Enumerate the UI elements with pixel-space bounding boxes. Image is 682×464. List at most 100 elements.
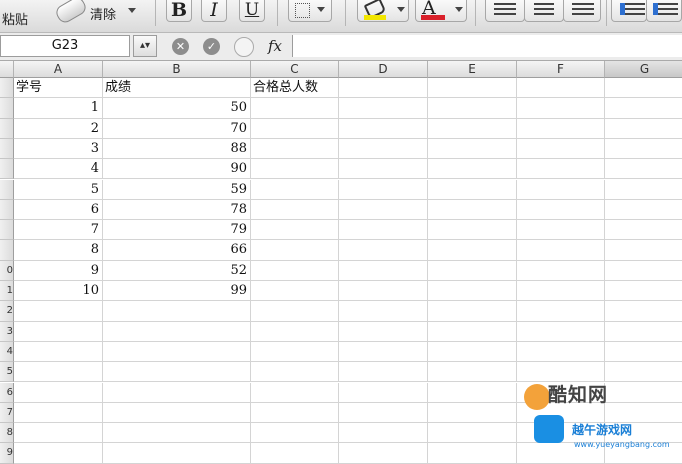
cell-a2[interactable]: 1	[14, 98, 103, 119]
cell-e9[interactable]	[428, 240, 517, 261]
accept-icon[interactable]: ✓	[203, 38, 220, 55]
italic-button[interactable]: I	[201, 0, 227, 22]
cell-d1[interactable]	[339, 78, 428, 99]
font-color-button[interactable]: A	[415, 0, 467, 22]
cell-e18[interactable]	[428, 423, 517, 444]
cell-g4[interactable]	[605, 139, 682, 160]
cell-f12[interactable]	[517, 301, 605, 322]
bold-button[interactable]: B	[166, 0, 192, 22]
row-header[interactable]	[0, 199, 14, 221]
cell-g13[interactable]	[605, 322, 682, 342]
row-header[interactable]: 4	[0, 341, 14, 363]
align-center-button[interactable]	[524, 0, 564, 22]
cell-g11[interactable]	[605, 281, 682, 302]
cell-a5[interactable]: 4	[14, 159, 103, 180]
cell-a3[interactable]: 2	[14, 118, 103, 139]
cell-d15[interactable]	[339, 362, 428, 383]
cell-d9[interactable]	[339, 240, 428, 261]
cell-b1[interactable]: 成绩	[103, 78, 251, 99]
cell-d10[interactable]	[339, 260, 428, 281]
cell-f3[interactable]	[517, 118, 605, 139]
cell-g6[interactable]	[605, 180, 682, 200]
column-header-g[interactable]: G	[605, 61, 682, 78]
cell-d13[interactable]	[339, 321, 428, 342]
cell-f14[interactable]	[517, 341, 605, 363]
name-box-stepper-icon[interactable]: ▴▾	[133, 35, 157, 57]
cell-a18[interactable]	[14, 423, 103, 444]
cell-b8[interactable]: 79	[103, 220, 251, 241]
cell-f10[interactable]	[517, 260, 605, 281]
row-header[interactable]: 9	[0, 443, 14, 464]
cell-c15[interactable]	[251, 362, 339, 383]
cell-e3[interactable]	[428, 118, 517, 139]
fx-button[interactable]: fx	[268, 37, 282, 55]
cell-b16[interactable]	[103, 382, 251, 403]
row-header[interactable]: 7	[0, 402, 14, 424]
cell-b18[interactable]	[103, 423, 251, 444]
cell-b15[interactable]	[103, 362, 251, 383]
cell-d17[interactable]	[339, 402, 428, 424]
cell-b9[interactable]: 66	[103, 240, 251, 261]
cell-f7[interactable]	[517, 199, 605, 221]
align-left-button[interactable]	[485, 0, 525, 22]
paste-button[interactable]: 粘贴	[2, 9, 28, 28]
cell-c18[interactable]	[251, 423, 339, 444]
cell-a16[interactable]	[14, 382, 103, 403]
cell-f5[interactable]	[517, 159, 605, 180]
cell-a14[interactable]	[14, 341, 103, 363]
row-header[interactable]: 5	[0, 362, 14, 383]
cell-c10[interactable]	[251, 260, 339, 281]
cell-c13[interactable]	[251, 321, 339, 342]
cell-e17[interactable]	[428, 402, 517, 424]
cell-f13[interactable]	[517, 321, 605, 342]
cell-g2[interactable]	[605, 98, 682, 119]
cell-e8[interactable]	[428, 220, 517, 241]
cell-a11[interactable]: 10	[14, 281, 103, 302]
cell-g16[interactable]	[605, 383, 682, 403]
column-header-b[interactable]: B	[103, 61, 251, 78]
row-header[interactable]	[0, 240, 14, 261]
cell-c12[interactable]	[251, 301, 339, 322]
cell-e10[interactable]	[428, 260, 517, 281]
cell-b14[interactable]	[103, 341, 251, 363]
cell-a12[interactable]	[14, 301, 103, 322]
cell-d5[interactable]	[339, 159, 428, 180]
cell-g9[interactable]	[605, 240, 682, 261]
cell-d2[interactable]	[339, 98, 428, 119]
cell-g14[interactable]	[605, 342, 682, 363]
column-header-c[interactable]: C	[251, 61, 339, 78]
row-header[interactable]	[0, 98, 14, 119]
cell-d8[interactable]	[339, 220, 428, 241]
cell-e5[interactable]	[428, 159, 517, 180]
cell-b13[interactable]	[103, 321, 251, 342]
cell-c4[interactable]	[251, 138, 339, 160]
borders-button[interactable]	[288, 0, 332, 22]
row-header[interactable]	[0, 138, 14, 160]
cell-d14[interactable]	[339, 341, 428, 363]
chevron-down-icon[interactable]	[128, 8, 136, 13]
row-header[interactable]	[0, 179, 14, 200]
cell-g7[interactable]	[605, 200, 682, 221]
cell-g8[interactable]	[605, 220, 682, 241]
cell-b7[interactable]: 78	[103, 199, 251, 221]
cell-g10[interactable]	[605, 261, 682, 281]
decrease-indent-button[interactable]	[611, 0, 647, 22]
cell-a15[interactable]	[14, 362, 103, 383]
cell-a10[interactable]: 9	[14, 260, 103, 281]
cell-d16[interactable]	[339, 382, 428, 403]
cell-c3[interactable]	[251, 118, 339, 139]
cell-e19[interactable]	[428, 443, 517, 464]
cell-f8[interactable]	[517, 220, 605, 241]
cell-a8[interactable]: 7	[14, 220, 103, 241]
row-header[interactable]	[0, 159, 14, 180]
name-box[interactable]: G23	[0, 35, 130, 57]
row-header[interactable]: 6	[0, 382, 14, 403]
cell-c6[interactable]	[251, 179, 339, 200]
row-header[interactable]	[0, 220, 14, 241]
cell-b4[interactable]: 88	[103, 138, 251, 160]
cell-f6[interactable]	[517, 179, 605, 200]
row-header[interactable]: 3	[0, 321, 14, 342]
cell-a6[interactable]: 5	[14, 179, 103, 200]
cell-b12[interactable]	[103, 301, 251, 322]
cell-c19[interactable]	[251, 443, 339, 464]
